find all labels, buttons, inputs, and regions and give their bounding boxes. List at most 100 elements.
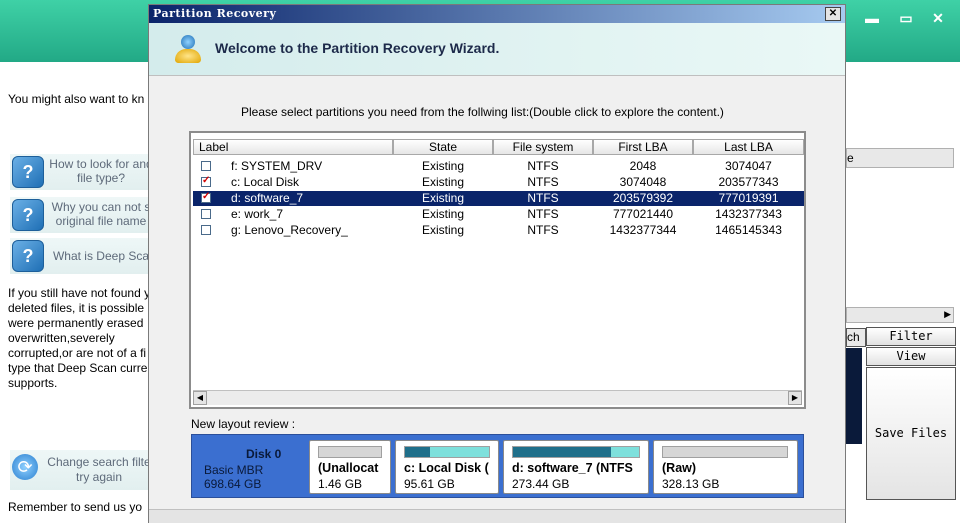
view-button[interactable]: View <box>866 347 956 366</box>
partition-row-f[interactable]: f: SYSTEM_DRV Existing NTFS 2048 3074047 <box>193 159 804 174</box>
help-book-icon: ? <box>12 156 44 188</box>
save-files-button[interactable]: Save Files <box>866 367 956 500</box>
partition-first-lba: 3074048 <box>619 175 667 189</box>
layout-review-label: New layout review : <box>191 417 296 431</box>
layout-partition-d[interactable]: d: software_7 (NTFS 273.44 GB <box>503 440 649 494</box>
partition-block-name: (Unallocat <box>318 461 379 475</box>
partition-row-d[interactable]: d: software_7 Existing NTFS 203579392 77… <box>193 191 804 206</box>
column-header-first-lba[interactable]: First LBA <box>593 139 693 155</box>
partition-block-name: d: software_7 (NTFS <box>512 461 633 475</box>
partition-file-system: NTFS <box>527 223 559 237</box>
partition-usage-bar <box>404 446 490 458</box>
help-item-label: How to look for and file type? <box>49 157 153 185</box>
partition-block-name: c: Local Disk ( <box>404 461 489 475</box>
help-item-file-type[interactable]: ? How to look for and file type? <box>10 154 153 190</box>
partition-state: Existing <box>421 223 465 237</box>
partition-block-size: 95.61 GB <box>404 477 455 491</box>
partition-last-lba: 777019391 <box>718 191 779 205</box>
partition-label: f: SYSTEM_DRV <box>231 159 323 173</box>
change-search-filter-link[interactable]: ⟳ Change search filte try again <box>10 450 151 490</box>
scroll-left-icon[interactable]: ◀ <box>193 391 207 405</box>
partition-list-horizontal-scrollbar[interactable]: ◀ ▶ <box>193 390 802 405</box>
partition-row-g[interactable]: g: Lenovo_Recovery_ Existing NTFS 143237… <box>193 223 804 238</box>
help-item-label: Why you can not s original file name <box>51 200 151 228</box>
results-horizontal-scrollbar[interactable]: ▶ <box>846 307 954 323</box>
help-item-label: What is Deep Sca <box>52 249 150 263</box>
change-search-label: Change search filte try again <box>47 455 151 484</box>
dialog-close-button[interactable]: ✕ <box>825 7 841 21</box>
partition-last-lba: 203577343 <box>718 175 779 189</box>
partition-checkbox[interactable] <box>201 209 211 219</box>
partition-block-size: 1.46 GB <box>318 477 363 491</box>
partition-used-fill <box>405 447 431 457</box>
refresh-icon: ⟳ <box>12 454 38 480</box>
partition-state: Existing <box>421 175 465 189</box>
partition-recovery-dialog: Partition Recovery ✕ Welcome to the Part… <box>148 4 846 523</box>
partition-usage-bar <box>318 446 382 458</box>
partition-label: d: software_7 <box>231 191 304 205</box>
disk-name: Disk 0 <box>246 447 282 461</box>
column-header-label[interactable]: Label <box>193 139 393 155</box>
partition-checkbox[interactable] <box>201 191 211 203</box>
remember-text: Remember to send us yo <box>8 500 143 514</box>
partition-usage-bar <box>662 446 788 458</box>
layout-partition-c[interactable]: c: Local Disk ( 95.61 GB <box>395 440 499 494</box>
partition-state: Existing <box>421 159 465 173</box>
column-header-file-system[interactable]: File system <box>493 139 593 155</box>
help-item-deep-scan[interactable]: ? What is Deep Sca <box>10 238 150 274</box>
partition-list[interactable]: Label State File system First LBA Last L… <box>189 131 806 409</box>
partition-list-header: Label State File system First LBA Last L… <box>193 139 804 156</box>
partition-file-system: NTFS <box>527 175 559 189</box>
wizard-heading: Welcome to the Partition Recovery Wizard… <box>215 40 500 56</box>
disk-info: Disk 0 Basic MBR 698.64 GB <box>194 437 308 495</box>
disk-layout-review: Disk 0 Basic MBR 698.64 GB (Unallocat 1.… <box>191 434 804 498</box>
dialog-title-bar[interactable]: Partition Recovery ✕ <box>149 5 845 23</box>
layout-partition-raw[interactable]: (Raw) 328.13 GB <box>653 440 798 494</box>
help-description: If you still have not found y deleted fi… <box>8 286 150 390</box>
layout-partition-unallocated[interactable]: (Unallocat 1.46 GB <box>309 440 391 494</box>
partition-free-fill <box>430 447 489 457</box>
partition-row-e[interactable]: e: work_7 Existing NTFS 777021440 143237… <box>193 207 804 222</box>
partition-usage-bar <box>512 446 640 458</box>
partition-last-lba: 1432377343 <box>715 207 782 221</box>
preview-strip <box>846 348 862 444</box>
dialog-bottom-strip <box>149 509 845 523</box>
maximize-button[interactable]: ▭ <box>896 10 916 26</box>
results-column-header[interactable]: e <box>846 148 954 168</box>
partition-first-lba: 777021440 <box>612 207 674 221</box>
partition-label: g: Lenovo_Recovery_ <box>231 223 348 237</box>
partition-file-system: NTFS <box>527 207 559 221</box>
partition-checkbox[interactable] <box>201 161 211 171</box>
minimize-button[interactable]: ▬ <box>862 10 882 26</box>
scroll-right-icon[interactable]: ▶ <box>944 309 951 320</box>
wizard-user-icon <box>173 35 203 65</box>
close-button[interactable]: ✕ <box>928 10 948 26</box>
partition-used-fill <box>513 447 612 457</box>
partition-first-lba: 203579392 <box>612 191 674 205</box>
partition-first-lba: 1432377344 <box>609 223 677 237</box>
partition-file-system: NTFS <box>527 191 559 205</box>
search-tab[interactable]: ch <box>846 328 866 347</box>
partition-checkbox[interactable] <box>201 225 211 235</box>
partition-block-name: (Raw) <box>662 461 697 475</box>
partition-file-system: NTFS <box>527 159 559 173</box>
wizard-banner: Welcome to the Partition Recovery Wizard… <box>149 23 845 76</box>
partition-last-lba: 3074047 <box>725 159 772 173</box>
help-item-original-name[interactable]: ? Why you can not s original file name <box>10 197 150 233</box>
scroll-right-icon[interactable]: ▶ <box>788 391 802 405</box>
help-book-icon: ? <box>12 199 44 231</box>
help-book-icon: ? <box>12 240 44 272</box>
partition-last-lba: 1465145343 <box>715 223 782 237</box>
partition-checkbox[interactable] <box>201 175 211 187</box>
partition-free-fill <box>611 447 639 457</box>
dialog-title: Partition Recovery <box>153 7 277 20</box>
disk-size: 698.64 GB <box>204 477 262 491</box>
disk-type: Basic MBR <box>204 463 264 477</box>
column-header-last-lba[interactable]: Last LBA <box>693 139 804 155</box>
partition-state: Existing <box>421 191 465 205</box>
partition-first-lba: 2048 <box>629 159 657 173</box>
partition-state: Existing <box>421 207 465 221</box>
column-header-state[interactable]: State <box>393 139 493 155</box>
filter-button[interactable]: Filter <box>866 327 956 346</box>
partition-row-c[interactable]: c: Local Disk Existing NTFS 3074048 2035… <box>193 175 804 190</box>
